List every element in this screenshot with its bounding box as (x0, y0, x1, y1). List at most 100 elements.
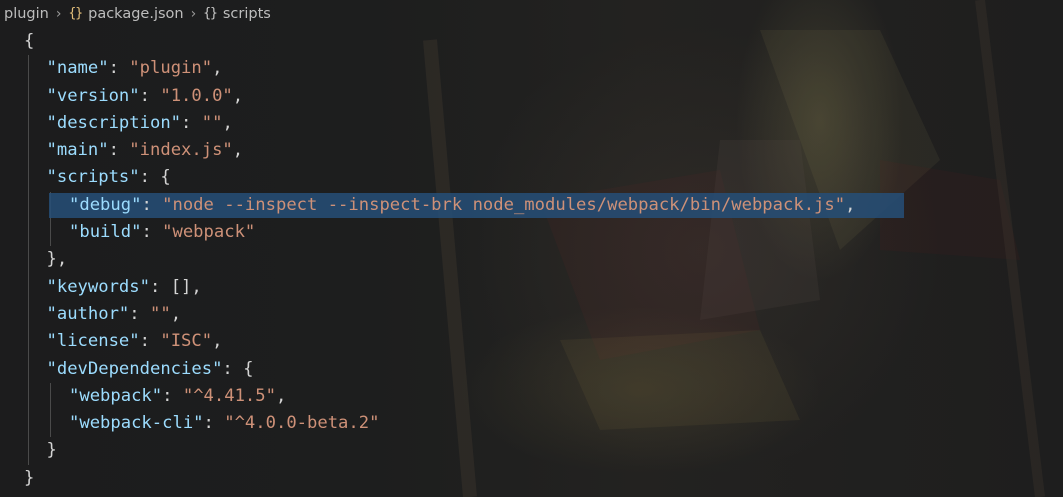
code-text: "debug": "node --inspect --inspect-brk n… (69, 192, 855, 219)
punctuation: }, (46, 249, 68, 270)
json-string-value: "index.js" (129, 140, 233, 161)
json-string-value: "webpack" (162, 222, 256, 243)
indent-guide (28, 164, 29, 192)
indent-guide (28, 382, 29, 411)
punctuation: , (212, 58, 223, 79)
breadcrumb-symbol[interactable]: scripts (223, 6, 271, 22)
code-line[interactable]: "version": "1.0.0", (0, 82, 1063, 110)
indent-guide (28, 437, 29, 465)
json-key: "webpack" (69, 385, 163, 406)
json-key: "name" (46, 58, 109, 79)
code-text: } (24, 465, 34, 492)
punctuation: : (149, 276, 171, 297)
code-line[interactable]: "main": "index.js", (0, 137, 1063, 165)
breadcrumb-folder[interactable]: plugin (4, 6, 49, 22)
indent-guide (50, 382, 51, 411)
code-line[interactable]: }, (0, 246, 1063, 274)
indent-guide (50, 410, 51, 438)
json-string-value: "^4.0.0-beta.2" (224, 413, 380, 434)
punctuation: , (212, 331, 223, 352)
punctuation: : (139, 331, 161, 352)
punctuation: , (232, 85, 244, 106)
code-line[interactable]: { (0, 28, 1063, 55)
punctuation: , (275, 385, 287, 406)
code-text: }, (47, 246, 68, 273)
json-string-value: "" (201, 112, 223, 133)
code-line[interactable]: "name": "plugin", (0, 55, 1063, 83)
punctuation: { (24, 31, 35, 51)
json-string-value: "ISC" (160, 331, 213, 352)
code-editor[interactable]: plugin › {} package.json › {} scripts {"… (0, 0, 1063, 497)
json-key: "version" (46, 85, 140, 106)
punctuation: : (162, 385, 183, 406)
code-line[interactable]: "webpack": "^4.41.5", (0, 382, 1063, 411)
indent-guide (28, 55, 29, 83)
punctuation: } (24, 467, 35, 488)
punctuation: : (203, 413, 225, 434)
code-line[interactable]: "description": "", (0, 109, 1063, 138)
json-key: "license" (46, 331, 140, 352)
code-line[interactable]: "debug": "node --inspect --inspect-brk n… (0, 191, 1063, 220)
punctuation: : (181, 112, 202, 133)
code-text: "version": "1.0.0", (47, 83, 244, 110)
json-key: "build" (69, 222, 142, 243)
json-key: "debug" (69, 194, 142, 215)
json-string-value: "" (150, 303, 171, 324)
code-text: } (47, 437, 57, 464)
code-text: "scripts": { (47, 164, 171, 191)
punctuation: { (160, 167, 171, 188)
punctuation: , (232, 140, 244, 161)
punctuation: : (222, 358, 244, 379)
json-key: "main" (46, 140, 109, 161)
code-text: "webpack-cli": "^4.0.0-beta.2" (69, 410, 379, 437)
indent-guide (28, 191, 29, 220)
indent-guide (28, 273, 29, 301)
code-line[interactable]: } (0, 437, 1063, 465)
code-line[interactable]: "devDependencies": { (0, 355, 1063, 383)
json-key: "webpack-cli" (69, 413, 204, 434)
punctuation: : (139, 85, 161, 106)
json-string-value: "1.0.0" (160, 85, 233, 106)
punctuation: , (222, 112, 233, 133)
punctuation: : (108, 58, 130, 79)
chevron-right-icon: › (190, 5, 197, 22)
json-file-icon: {} (68, 6, 83, 21)
punctuation: } (46, 440, 57, 461)
code-text: "main": "index.js", (47, 137, 244, 164)
code-line[interactable]: "author": "", (0, 300, 1063, 329)
punctuation: , (170, 303, 182, 324)
indent-guide (28, 219, 29, 247)
indent-guide (28, 328, 29, 356)
code-lines[interactable]: {"name": "plugin", "version": "1.0.0", "de… (0, 28, 1063, 492)
punctuation: : (139, 167, 161, 188)
indent-guide (28, 355, 29, 383)
indent-guide (28, 246, 29, 274)
code-line[interactable]: "license": "ISC", (0, 328, 1063, 356)
breadcrumb-file[interactable]: package.json (88, 6, 183, 22)
code-text: "webpack": "^4.41.5", (69, 383, 286, 410)
code-line[interactable]: "webpack-cli": "^4.0.0-beta.2" (0, 410, 1063, 438)
json-key: "keywords" (46, 276, 150, 297)
json-string-value: "^4.41.5" (182, 385, 276, 406)
json-string-value: "plugin" (129, 58, 213, 79)
code-line[interactable]: "scripts": { (0, 164, 1063, 192)
code-line[interactable]: "build": "webpack" (0, 219, 1063, 247)
punctuation: : (108, 140, 130, 161)
indent-guide (28, 109, 29, 138)
punctuation: , (845, 194, 856, 215)
punctuation: : (141, 194, 163, 215)
code-line[interactable]: "keywords": [], (0, 273, 1063, 301)
code-text: { (24, 28, 34, 55)
json-key: "description" (46, 112, 182, 133)
json-key: "scripts" (46, 167, 140, 188)
code-text: "license": "ISC", (47, 328, 223, 355)
indent-guide (28, 410, 29, 438)
indent-guide (28, 82, 29, 110)
indent-guide (50, 219, 51, 247)
json-key: "author" (46, 303, 130, 324)
punctuation: { (243, 358, 254, 379)
json-key: "devDependencies" (46, 358, 223, 379)
indent-guide (28, 137, 29, 165)
code-text: "description": "", (47, 110, 233, 137)
code-line[interactable]: } (0, 465, 1063, 492)
